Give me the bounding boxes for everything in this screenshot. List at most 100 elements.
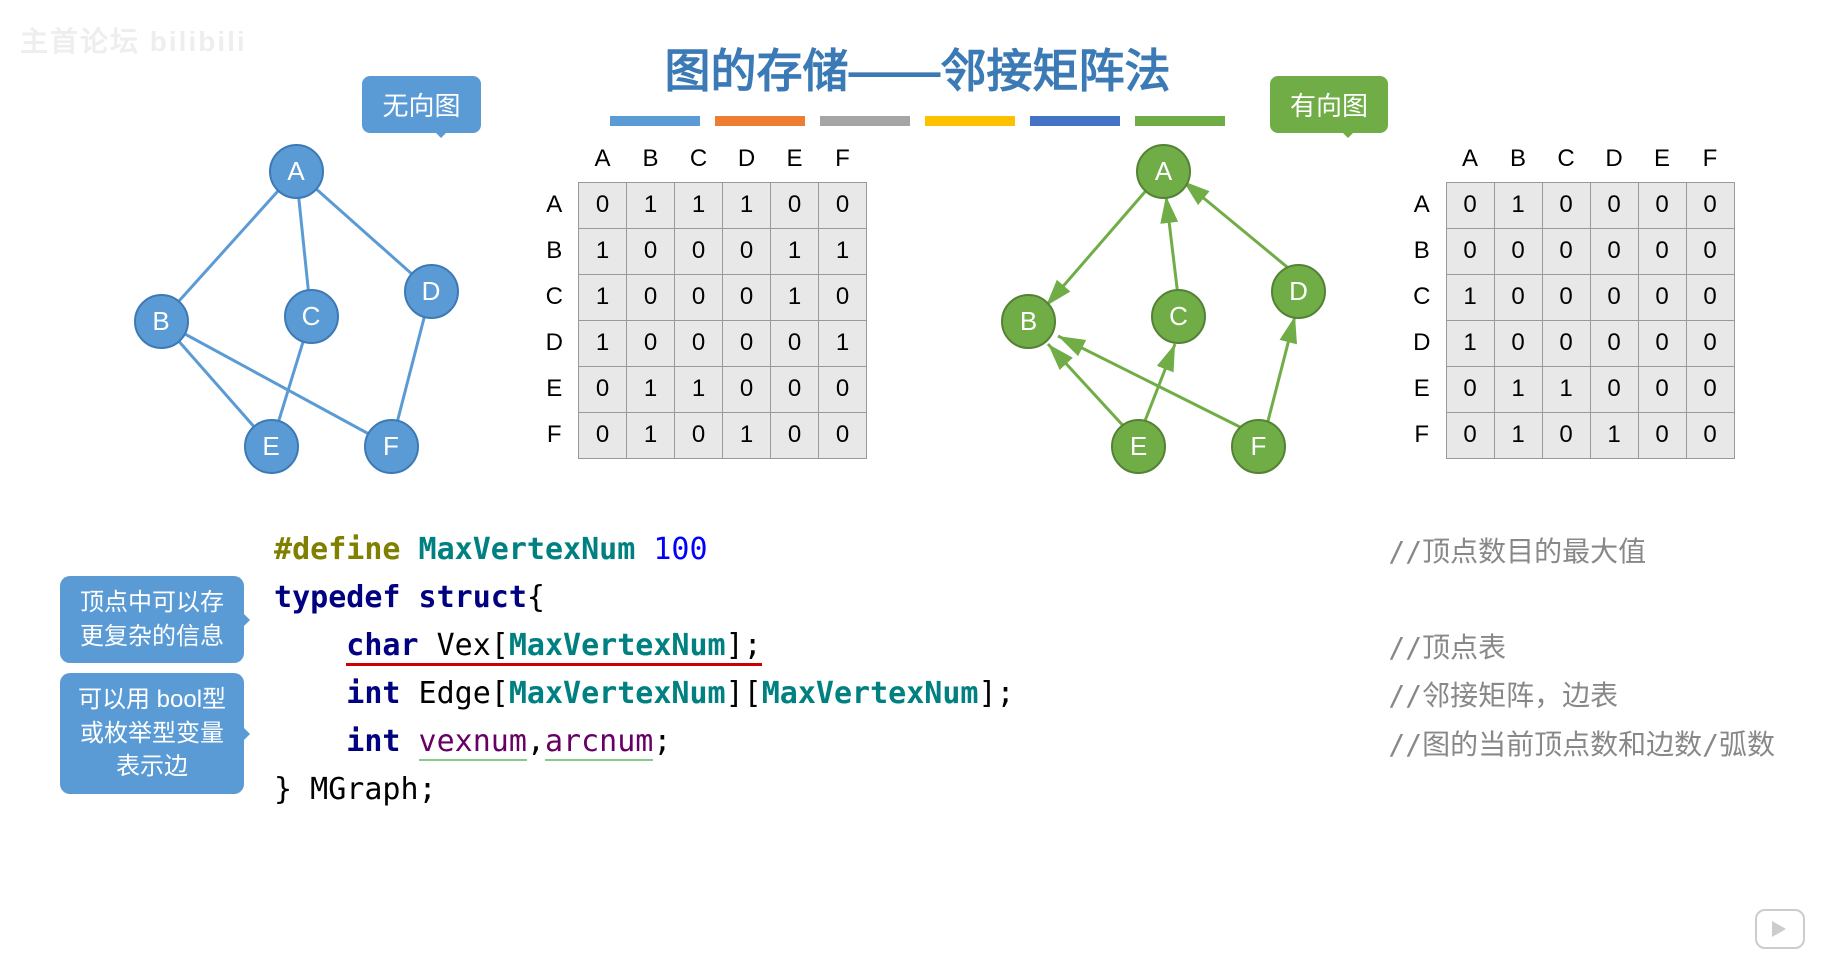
node-f: F [1231,419,1286,474]
matrix-cell: 0 [1686,274,1734,320]
matrix-cell: 0 [1638,412,1686,458]
matrix-cell: 0 [675,412,723,458]
matrix-cell: 0 [1686,366,1734,412]
matrix-cell: 0 [1638,366,1686,412]
matrix-cell: 1 [627,182,675,228]
page-title: 图的存储——邻接矩阵法 [0,35,1835,101]
matrix-cell: 0 [771,182,819,228]
row-header: B [1398,228,1446,274]
col-header: B [1494,136,1542,182]
row-header: C [1398,274,1446,320]
col-header: E [771,136,819,182]
node-c: C [1151,289,1206,344]
matrix-cell: 0 [579,366,627,412]
matrix-cell: 1 [579,320,627,366]
matrix-cell: 0 [1638,320,1686,366]
matrix-cell: 0 [579,182,627,228]
matrix-cell: 0 [1494,274,1542,320]
directed-tag: 有向图 [1270,76,1388,133]
bubble-edge-type: 可以用 bool型 或枚举型变量 表示边 [60,673,244,794]
col-header: A [579,136,627,182]
node-b: B [134,294,189,349]
watermark: 主首论坛 bilibili [20,20,247,60]
col-header: D [1590,136,1638,182]
matrix-cell: 1 [723,182,771,228]
col-header: E [1638,136,1686,182]
row-header: C [531,274,579,320]
node-e: E [1111,419,1166,474]
matrix-cell: 0 [1590,228,1638,274]
matrix-cell: 1 [1590,412,1638,458]
matrix-cell: 0 [771,412,819,458]
matrix-cell: 0 [627,320,675,366]
matrix-cell: 1 [1494,182,1542,228]
matrix-cell: 0 [579,412,627,458]
undirected-section: 无向图 A B C D E F ABCDEFA011100B100011C100… [101,96,868,476]
node-a: A [269,144,324,199]
matrix-cell: 1 [1494,366,1542,412]
row-header: B [531,228,579,274]
matrix-cell: 1 [579,228,627,274]
matrix-cell: 0 [1590,274,1638,320]
matrix-cell: 1 [771,274,819,320]
node-b: B [1001,294,1056,349]
matrix-cell: 0 [1638,274,1686,320]
node-f: F [364,419,419,474]
row-header: A [1398,182,1446,228]
col-header: A [1446,136,1494,182]
node-d: D [404,264,459,319]
node-a: A [1136,144,1191,199]
matrix-cell: 0 [1446,412,1494,458]
matrix-cell: 0 [1494,228,1542,274]
row-header: D [1398,320,1446,366]
row-header: F [531,412,579,458]
matrix-cell: 0 [1494,320,1542,366]
directed-graph: 有向图 A B C D E F [968,96,1368,476]
matrix-cell: 0 [819,182,867,228]
matrix-cell: 0 [819,366,867,412]
matrix-cell: 1 [1542,366,1590,412]
matrix-cell: 1 [1494,412,1542,458]
undirected-matrix: ABCDEFA011100B100011C100010D100001E01100… [531,136,868,459]
matrix-cell: 0 [1686,320,1734,366]
matrix-cell: 0 [1446,228,1494,274]
node-c: C [284,289,339,344]
matrix-cell: 0 [675,320,723,366]
node-d: D [1271,264,1326,319]
matrix-cell: 0 [723,228,771,274]
matrix-cell: 0 [1542,228,1590,274]
matrix-cell: 0 [1542,274,1590,320]
undirected-graph: 无向图 A B C D E F [101,96,501,476]
matrix-cell: 1 [1446,320,1494,366]
directed-matrix: ABCDEFA010000B000000C100000D100000E01100… [1398,136,1735,459]
matrix-cell: 1 [675,366,723,412]
matrix-cell: 0 [723,274,771,320]
matrix-cell: 0 [819,274,867,320]
directed-section: 有向图 A B C D E F ABCDEFA010000B000000C100… [968,96,1735,476]
col-header: C [1542,136,1590,182]
matrix-cell: 0 [819,412,867,458]
matrix-cell: 1 [819,228,867,274]
play-icon[interactable] [1755,909,1805,949]
matrix-cell: 0 [1446,182,1494,228]
node-e: E [244,419,299,474]
matrix-cell: 1 [579,274,627,320]
matrix-cell: 1 [723,412,771,458]
matrix-cell: 0 [1686,228,1734,274]
matrix-cell: 0 [1446,366,1494,412]
bubble-vertex-info: 顶点中可以存 更复杂的信息 [60,576,244,663]
col-header: B [627,136,675,182]
matrix-cell: 0 [771,320,819,366]
matrix-cell: 0 [627,274,675,320]
col-header: F [1686,136,1734,182]
code-comments: //顶点数目的最大值 //顶点表//邻接矩阵，边表//图的当前顶点数和边数/弧数 [1388,526,1775,769]
matrix-cell: 0 [1638,228,1686,274]
row-header: A [531,182,579,228]
row-header: D [531,320,579,366]
matrix-cell: 0 [675,274,723,320]
matrix-cell: 0 [1542,182,1590,228]
matrix-cell: 1 [819,320,867,366]
row-header: E [531,366,579,412]
matrix-cell: 0 [1638,182,1686,228]
matrix-cell: 1 [1446,274,1494,320]
